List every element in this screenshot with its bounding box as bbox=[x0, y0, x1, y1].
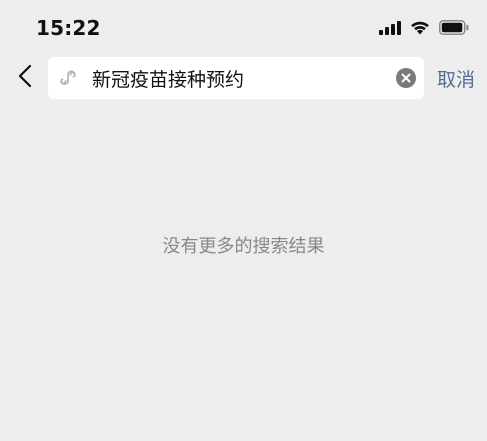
chevron-left-icon bbox=[18, 64, 32, 92]
clear-icon[interactable] bbox=[396, 68, 416, 88]
search-input[interactable] bbox=[92, 57, 382, 99]
back-button[interactable] bbox=[12, 60, 38, 96]
battery-icon bbox=[439, 20, 469, 35]
search-header: 取消 bbox=[0, 56, 487, 100]
search-screen: 15:22 新冠疫苗接种预约 取消 没有更多的搜索结果 bbox=[0, 0, 487, 441]
status-bar: 15:22 bbox=[0, 0, 487, 56]
mini-program-icon bbox=[59, 68, 79, 88]
cellular-signal-icon bbox=[379, 20, 401, 35]
wifi-icon bbox=[410, 20, 430, 35]
status-time: 15:22 bbox=[36, 16, 101, 40]
cancel-button[interactable]: 取消 bbox=[437, 65, 475, 92]
status-icons bbox=[379, 20, 469, 35]
empty-results-message: 没有更多的搜索结果 bbox=[162, 236, 325, 257]
search-box[interactable] bbox=[48, 57, 424, 99]
